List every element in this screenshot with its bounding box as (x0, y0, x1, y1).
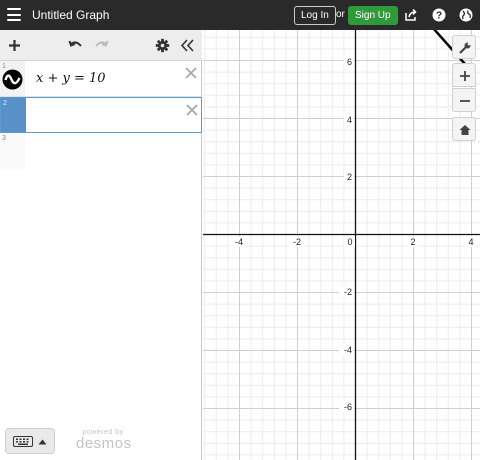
redo-icon[interactable] (94, 38, 109, 53)
keyboard-toggle-button[interactable] (5, 428, 55, 454)
y-tick-label: -4 (339, 344, 354, 355)
graph-title[interactable]: Untitled Graph (32, 8, 109, 22)
svg-text:-4: -4 (235, 237, 243, 247)
home-icon (459, 125, 471, 135)
expression-number: 3 (2, 135, 6, 142)
svg-text:-4: -4 (344, 345, 352, 355)
y-tick-label: -2 (339, 286, 354, 297)
desmos-logo: desmos (76, 435, 132, 452)
top-bar: Untitled Graph Log In or Sign Up ? (0, 0, 480, 30)
minus-icon (460, 100, 470, 102)
plus-icon (460, 71, 470, 81)
globe-icon[interactable] (459, 8, 473, 22)
default-viewport-button[interactable] (452, 117, 476, 141)
keyboard-icon (13, 436, 33, 447)
expression-tab[interactable]: 3 (0, 133, 25, 169)
expression-math[interactable]: x + y = 10 (36, 71, 106, 86)
help-icon[interactable]: ? (432, 8, 446, 22)
add-item-icon[interactable] (7, 38, 22, 53)
y-tick-label: 2 (344, 171, 354, 182)
menu-icon[interactable] (7, 8, 21, 21)
svg-text:-2: -2 (293, 237, 301, 247)
svg-text:?: ? (436, 11, 442, 22)
expression-item-1[interactable]: 1 x + y = 10 (0, 61, 202, 97)
expression-tab[interactable]: 1 (0, 61, 25, 96)
origin-label: 0 (344, 236, 355, 247)
login-button[interactable]: Log In (294, 6, 336, 25)
svg-text:-2: -2 (344, 287, 352, 297)
graph-canvas[interactable]: -4 -2 0 2 4 6 4 2 -2 -4 -6 (203, 30, 480, 460)
delete-icon[interactable] (184, 66, 198, 80)
x-tick-label: -2 (288, 236, 305, 247)
graph-settings-button[interactable] (452, 35, 476, 59)
collapse-panel-icon[interactable] (180, 38, 195, 53)
delete-icon[interactable] (185, 103, 199, 117)
expression-toolbar (0, 30, 202, 61)
graph-style-icon[interactable] (2, 69, 23, 90)
y-tick-label: 4 (344, 114, 354, 125)
x-tick-label: -4 (230, 236, 247, 247)
signup-button[interactable]: Sign Up (348, 6, 398, 25)
caret-up-icon (38, 439, 47, 445)
desmos-app: Untitled Graph Log In or Sign Up ? 1 x +… (0, 0, 480, 460)
svg-text:4: 4 (347, 115, 352, 125)
svg-text:-6: -6 (344, 402, 352, 412)
share-icon[interactable] (404, 8, 418, 22)
y-tick-label: 6 (344, 56, 354, 67)
settings-gear-icon[interactable] (155, 38, 170, 53)
expression-item-3[interactable]: 3 (0, 133, 202, 169)
svg-text:6: 6 (347, 57, 352, 67)
expression-number: 2 (3, 100, 7, 107)
expression-item-2[interactable]: 2 (0, 97, 202, 133)
expression-tab[interactable]: 2 (1, 98, 26, 132)
y-tick-label: -6 (339, 401, 354, 412)
expression-panel: 1 x + y = 10 2 3 powered by desmos (0, 30, 202, 460)
svg-text:2: 2 (347, 172, 352, 182)
undo-icon[interactable] (68, 38, 83, 53)
svg-text:2: 2 (410, 237, 415, 247)
x-tick-label: 4 (465, 236, 476, 247)
wrench-icon (459, 42, 471, 54)
zoom-out-button[interactable] (452, 88, 476, 112)
svg-text:4: 4 (468, 237, 473, 247)
or-label: or (336, 9, 345, 20)
powered-by-desmos: powered by desmos (76, 429, 132, 452)
x-tick-label: 2 (408, 236, 419, 247)
zoom-in-button[interactable] (452, 63, 476, 87)
svg-text:0: 0 (347, 237, 352, 247)
